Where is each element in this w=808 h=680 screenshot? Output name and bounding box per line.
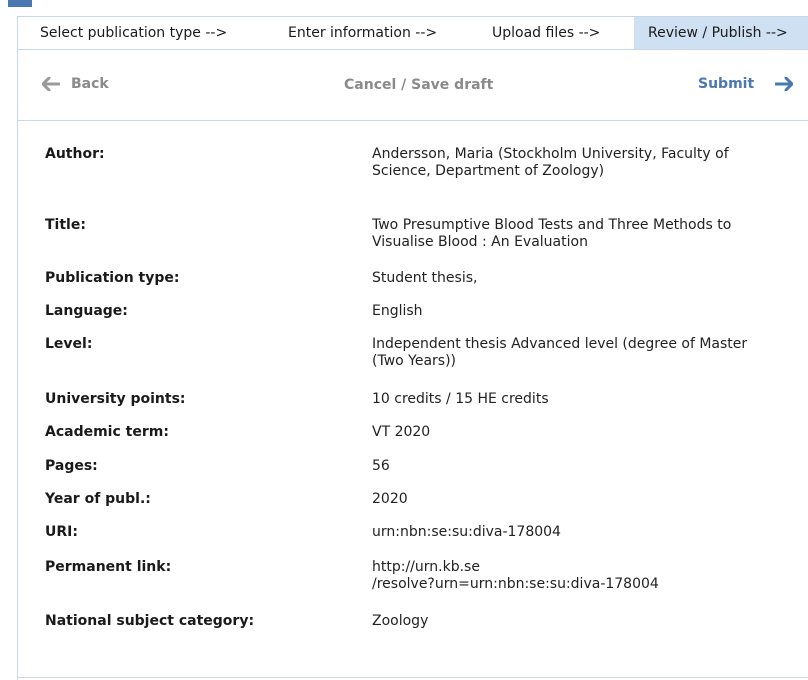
arrow-right-icon — [775, 77, 794, 91]
record-label: Author: — [45, 146, 105, 162]
publication-review-page: Select publication type --> Enter inform… — [0, 0, 808, 680]
cancel-save-draft-button[interactable]: Cancel / Save draft — [344, 77, 493, 93]
record-value: Andersson, Maria (Stockholm University, … — [372, 146, 729, 179]
submit-label: Submit — [698, 76, 755, 92]
step-enter-information[interactable]: Enter information --> — [266, 17, 474, 49]
record-value: urn:nbn:se:su:diva-178004 — [372, 524, 561, 540]
record-value: VT 2020 — [372, 424, 431, 440]
record-label: Level: — [45, 336, 93, 352]
record-label: URI: — [45, 524, 78, 540]
step-navigation: Select publication type --> Enter inform… — [17, 16, 808, 49]
record-value: Zoology — [372, 613, 429, 629]
back-label: Back — [71, 76, 109, 92]
review-panel: Back Cancel / Save draft Submit Author: … — [17, 49, 808, 680]
record-value: 10 credits / 15 HE credits — [372, 391, 549, 407]
record-label: National subject category: — [45, 613, 255, 629]
corner-marker — [8, 0, 32, 7]
record-value: English — [372, 303, 423, 319]
record-label: Title: — [45, 217, 86, 233]
record-label: Academic term: — [45, 424, 169, 440]
back-button[interactable]: Back — [42, 76, 109, 92]
record-value: Student thesis, — [372, 270, 478, 286]
action-bar: Back Cancel / Save draft Submit — [18, 50, 808, 121]
step-select-publication-type[interactable]: Select publication type --> — [18, 17, 266, 49]
step-review-publish[interactable]: Review / Publish --> — [634, 17, 808, 49]
record-label: Year of publ.: — [45, 491, 151, 507]
record-value: 2020 — [372, 491, 408, 507]
record-value: 56 — [372, 458, 390, 474]
panel-bottom-border — [17, 677, 808, 678]
step-upload-files[interactable]: Upload files --> — [474, 17, 634, 49]
record-label: Permanent link: — [45, 559, 172, 575]
arrow-left-icon — [42, 77, 60, 91]
submit-button[interactable]: Submit — [698, 76, 794, 92]
record-label: Pages: — [45, 458, 98, 474]
record-label: Publication type: — [45, 270, 180, 286]
record-value: Independent thesis Advanced level (degre… — [372, 336, 748, 369]
record-value: Two Presumptive Blood Tests and Three Me… — [372, 217, 732, 250]
permanent-link[interactable]: http://urn.kb.se /resolve?urn=urn:nbn:se… — [372, 559, 752, 593]
record-label: Language: — [45, 303, 128, 319]
record-label: University points: — [45, 391, 186, 407]
